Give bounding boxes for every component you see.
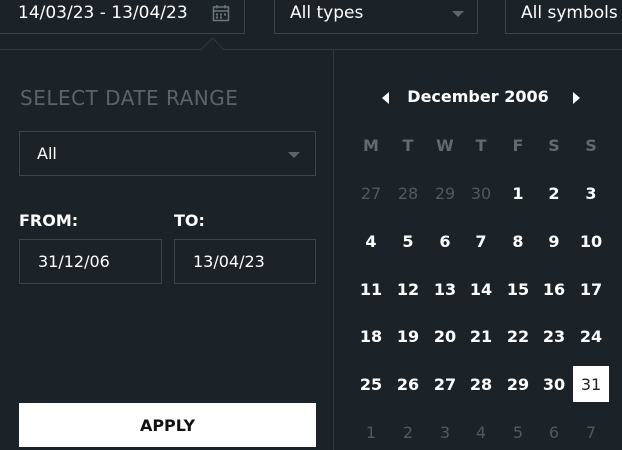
range-preset-select[interactable]: All	[19, 131, 316, 176]
calendar-day[interactable]: 28	[463, 366, 499, 402]
to-date-input[interactable]: 13/04/23	[174, 239, 316, 284]
calendar-day[interactable]: 29	[427, 175, 463, 211]
calendar-icon[interactable]	[212, 4, 230, 22]
weekday-header: F	[512, 135, 524, 155]
calendar-day[interactable]: 14	[463, 271, 499, 307]
calendar-day[interactable]: 2	[390, 414, 426, 450]
chevron-right-icon[interactable]	[573, 92, 580, 104]
calendar-day[interactable]: 12	[390, 271, 426, 307]
calendar-day[interactable]: 25	[353, 366, 389, 402]
calendar-day[interactable]: 7	[463, 223, 499, 259]
chevron-down-icon	[288, 152, 300, 158]
calendar-day[interactable]: 8	[500, 223, 536, 259]
calendar-day[interactable]: 24	[573, 318, 609, 354]
calendar-day[interactable]: 30	[536, 366, 572, 402]
calendar-day[interactable]: 27	[427, 366, 463, 402]
date-range-field[interactable]: 14/03/23 - 13/04/23	[0, 0, 245, 34]
calendar-day[interactable]: 6	[536, 414, 572, 450]
calendar-day[interactable]: 19	[390, 318, 426, 354]
calendar-day[interactable]: 29	[500, 366, 536, 402]
chevron-down-icon	[452, 11, 464, 17]
weekday-header: T	[402, 135, 414, 155]
from-date-input[interactable]: 31/12/06	[19, 239, 162, 284]
weekday-header: W	[436, 135, 454, 155]
calendar-day[interactable]: 16	[536, 271, 572, 307]
apply-button[interactable]: APPLY	[19, 403, 316, 447]
to-label: TO:	[174, 211, 205, 230]
calendar-day[interactable]: 6	[427, 223, 463, 259]
calendar-day[interactable]: 4	[463, 414, 499, 450]
symbols-select-value: All symbols	[521, 3, 618, 23]
calendar-day[interactable]: 30	[463, 175, 499, 211]
from-label: FROM:	[19, 211, 79, 230]
calendar-day[interactable]: 23	[536, 318, 572, 354]
calendar-day[interactable]: 28	[390, 175, 426, 211]
type-select[interactable]: All types	[274, 0, 478, 34]
calendar-day[interactable]: 17	[573, 271, 609, 307]
calendar-day[interactable]: 2	[536, 175, 572, 211]
calendar-day[interactable]: 22	[500, 318, 536, 354]
calendar-day[interactable]: 10	[573, 223, 609, 259]
calendar-day[interactable]: 15	[500, 271, 536, 307]
range-preset-value: All	[37, 144, 57, 163]
calendar-day[interactable]: 3	[427, 414, 463, 450]
calendar-day[interactable]: 5	[500, 414, 536, 450]
weekday-header: S	[585, 135, 597, 155]
calendar-day[interactable]: 27	[353, 175, 389, 211]
calendar-day-selected[interactable]: 31	[573, 366, 609, 402]
calendar-day[interactable]: 21	[463, 318, 499, 354]
from-date-value: 31/12/06	[38, 252, 110, 271]
type-select-value: All types	[290, 3, 364, 23]
filter-bar: 14/03/23 - 13/04/23 All types All symbol…	[0, 0, 622, 50]
calendar-day[interactable]: 13	[427, 271, 463, 307]
date-range-value: 14/03/23 - 13/04/23	[18, 3, 188, 23]
calendar-day[interactable]: 3	[573, 175, 609, 211]
calendar-day[interactable]: 4	[353, 223, 389, 259]
weekday-header: M	[363, 135, 379, 155]
calendar-header: December 2006	[334, 85, 622, 111]
calendar-day[interactable]: 1	[353, 414, 389, 450]
calendar-day[interactable]: 26	[390, 366, 426, 402]
weekday-header: S	[548, 135, 560, 155]
calendar-day[interactable]: 20	[427, 318, 463, 354]
calendar-day[interactable]: 9	[536, 223, 572, 259]
calendar-day[interactable]: 18	[353, 318, 389, 354]
weekday-header: T	[475, 135, 487, 155]
symbols-select[interactable]: All symbols	[505, 0, 622, 34]
calendar-day[interactable]: 5	[390, 223, 426, 259]
calendar-day[interactable]: 11	[353, 271, 389, 307]
to-date-value: 13/04/23	[193, 252, 265, 271]
calendar-day[interactable]: 7	[573, 414, 609, 450]
calendar-day[interactable]: 1	[500, 175, 536, 211]
panel-title: SELECT DATE RANGE	[20, 86, 239, 110]
